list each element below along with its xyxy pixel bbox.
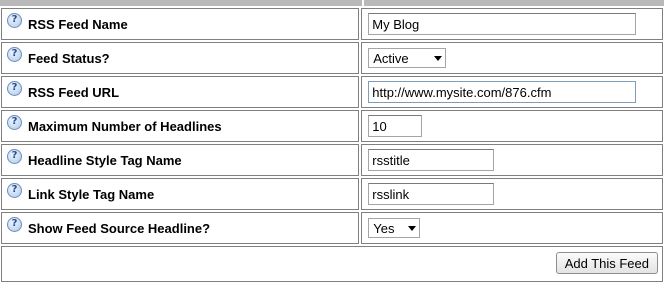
form-row-feed-name: ? RSS Feed Name <box>1 8 663 40</box>
field-cell: Active <box>361 42 663 74</box>
rss-feed-form: ? RSS Feed Name ? Feed Status? <box>0 0 664 296</box>
help-icon[interactable]: ? <box>7 148 22 164</box>
help-icon[interactable]: ? <box>7 80 22 96</box>
field-label: Link Style Tag Name <box>28 186 155 202</box>
help-icon[interactable]: ? <box>7 46 22 62</box>
field-cell <box>361 144 663 176</box>
help-icon[interactable]: ? <box>7 114 22 130</box>
feed-url-input[interactable] <box>368 81 637 103</box>
label-cell: ? RSS Feed Name <box>1 8 360 40</box>
form-row-headline-style: ? Headline Style Tag Name <box>1 144 663 176</box>
field-cell <box>361 8 663 40</box>
form-row-max-headlines: ? Maximum Number of Headlines <box>1 110 663 142</box>
label-cell: ? RSS Feed URL <box>1 76 360 108</box>
form-row-show-source: ? Show Feed Source Headline? Yes <box>1 212 663 244</box>
max-headlines-input[interactable] <box>368 115 423 137</box>
form-row-feed-url: ? RSS Feed URL <box>1 76 663 108</box>
field-label: Show Feed Source Headline? <box>28 220 211 236</box>
form-table: ? RSS Feed Name ? Feed Status? <box>0 6 664 284</box>
field-label: Headline Style Tag Name <box>28 152 182 168</box>
feed-status-select[interactable]: Active <box>368 48 447 68</box>
headline-style-input[interactable] <box>368 149 495 171</box>
field-label: Feed Status? <box>28 50 110 66</box>
label-cell: ? Link Style Tag Name <box>1 178 360 210</box>
add-feed-button[interactable]: Add This Feed <box>555 252 658 274</box>
form-row-link-style: ? Link Style Tag Name <box>1 178 663 210</box>
footer-cell: Add This Feed <box>1 246 663 282</box>
form-footer-row: Add This Feed <box>1 246 663 282</box>
field-label: Maximum Number of Headlines <box>28 118 222 134</box>
label-cell: ? Show Feed Source Headline? <box>1 212 360 244</box>
help-icon[interactable]: ? <box>7 216 22 232</box>
label-cell: ? Headline Style Tag Name <box>1 144 360 176</box>
help-icon[interactable]: ? <box>7 12 22 28</box>
label-cell: ? Feed Status? <box>1 42 360 74</box>
help-icon[interactable]: ? <box>7 182 22 198</box>
select-value: Active <box>373 50 409 66</box>
show-source-select[interactable]: Yes <box>368 218 421 238</box>
field-label: RSS Feed URL <box>28 84 120 100</box>
field-cell <box>361 76 663 108</box>
field-cell: Yes <box>361 212 663 244</box>
form-row-feed-status: ? Feed Status? Active <box>1 42 663 74</box>
chevron-down-icon <box>408 225 417 231</box>
field-cell <box>361 110 663 142</box>
link-style-input[interactable] <box>368 183 495 205</box>
feed-name-input[interactable] <box>368 13 637 35</box>
field-cell <box>361 178 663 210</box>
label-cell: ? Maximum Number of Headlines <box>1 110 360 142</box>
field-label: RSS Feed Name <box>28 16 128 32</box>
chevron-down-icon <box>434 55 443 61</box>
select-value: Yes <box>373 220 395 236</box>
